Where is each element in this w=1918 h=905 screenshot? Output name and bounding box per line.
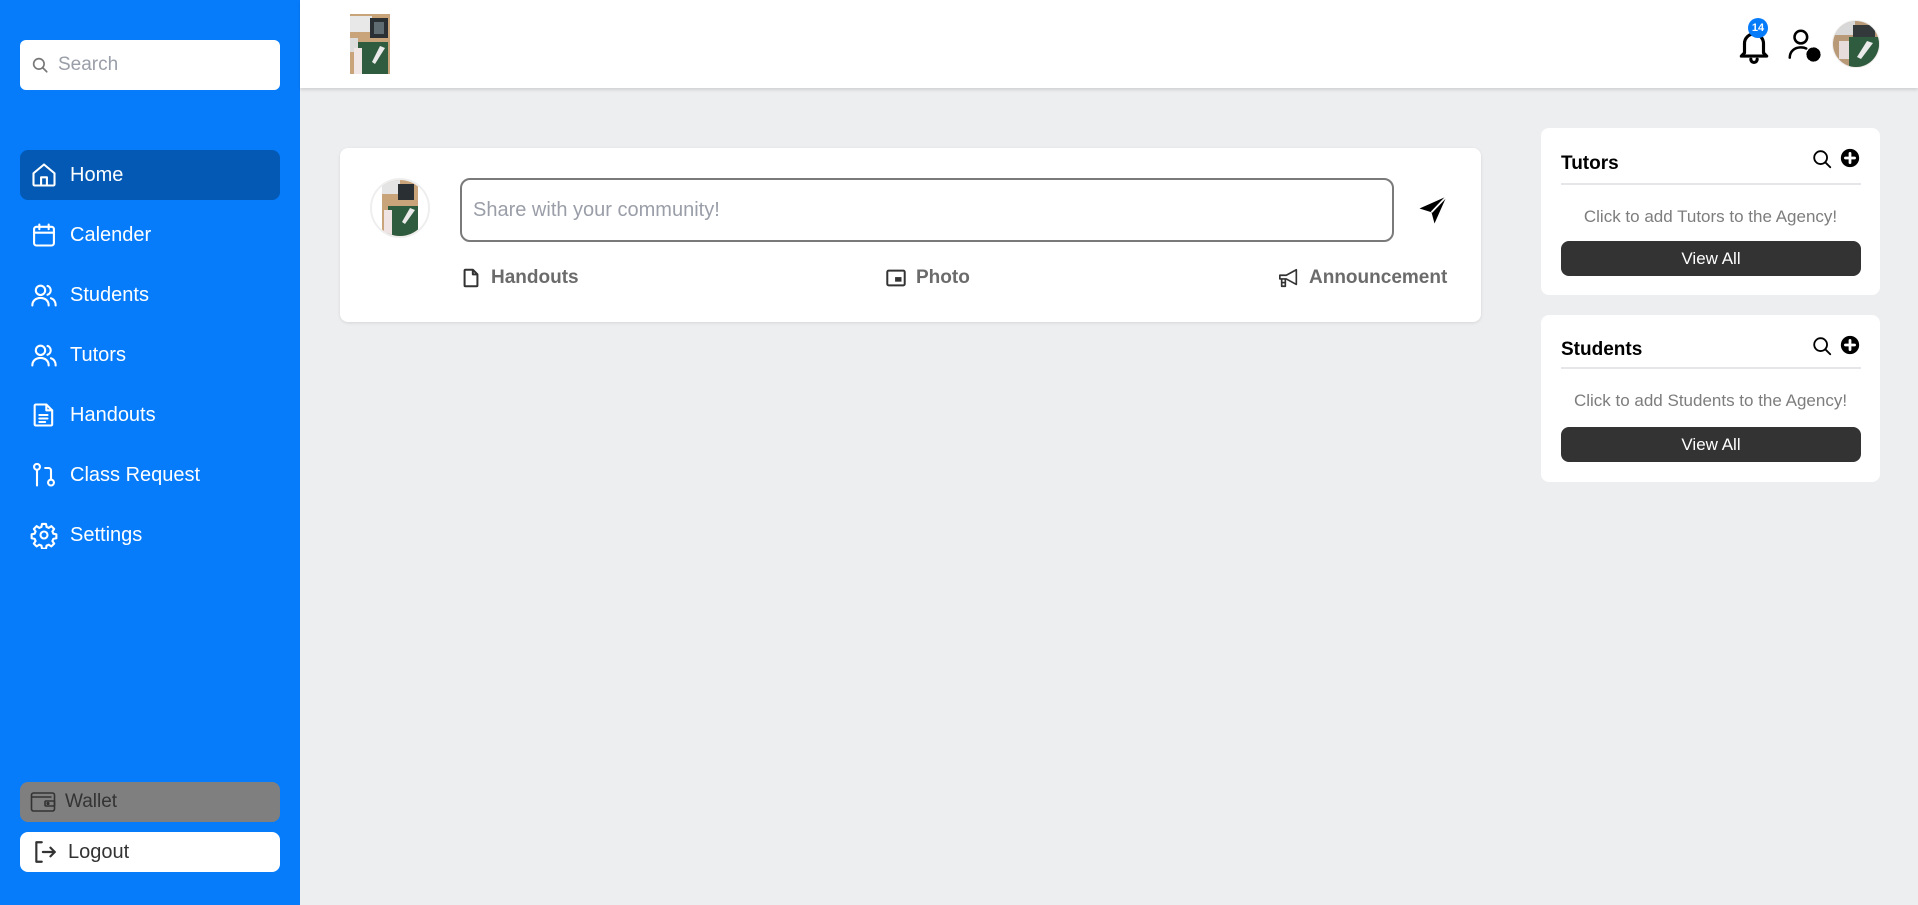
top-header: 14 — [300, 0, 1918, 88]
widget-title: Students — [1561, 339, 1643, 360]
sidebar-item-tutors[interactable]: Tutors — [20, 330, 280, 380]
sidebar: Home Calender Students Tutors Handouts C… — [0, 0, 300, 905]
gear-icon — [30, 522, 58, 549]
widget-title: Tutors — [1561, 153, 1619, 174]
wallet-button[interactable]: Wallet — [20, 782, 280, 822]
sidebar-item-label: Class Request — [70, 463, 201, 486]
megaphone-icon — [1279, 268, 1298, 288]
user-gear-icon[interactable] — [1785, 26, 1823, 64]
photo-action[interactable]: Photo — [885, 263, 970, 293]
sidebar-item-label: Calender — [70, 223, 152, 246]
sidebar-item-home[interactable]: Home — [20, 150, 280, 200]
logo[interactable] — [350, 14, 390, 74]
add-tutors-prompt[interactable]: Click to add Tutors to the Agency! — [1541, 207, 1880, 227]
logout-label: Logout — [68, 840, 130, 863]
search-input[interactable] — [58, 54, 258, 76]
tutors-widget: Tutors Click to add Tutors to the Agency… — [1541, 128, 1880, 295]
students-widget: Students Click to add Students to the Ag… — [1541, 315, 1880, 482]
sidebar-item-calender[interactable]: Calender — [20, 210, 280, 260]
add-circle-icon[interactable] — [1839, 147, 1861, 169]
view-all-students-button[interactable]: View All — [1561, 427, 1861, 462]
sidebar-item-students[interactable]: Students — [20, 270, 280, 320]
sidebar-item-label: Tutors — [70, 343, 126, 366]
sidebar-nav: Home Calender Students Tutors Handouts C… — [20, 150, 280, 570]
sidebar-search[interactable] — [20, 40, 280, 90]
sidebar-item-label: Settings — [70, 523, 143, 546]
view-all-tutors-button[interactable]: View All — [1561, 241, 1861, 276]
add-students-prompt[interactable]: Click to add Students to the Agency! — [1541, 391, 1880, 411]
photo-action-label: Photo — [916, 267, 970, 288]
picture-in-picture-icon — [886, 269, 906, 287]
users-icon — [31, 284, 57, 307]
notification-badge: 14 — [1748, 18, 1768, 38]
file-icon — [463, 268, 479, 288]
avatar — [370, 178, 430, 238]
logout-button[interactable]: Logout — [20, 832, 280, 872]
users-icon — [31, 344, 57, 367]
search-icon[interactable] — [1811, 148, 1833, 170]
search-icon[interactable] — [1811, 335, 1833, 357]
handouts-action[interactable]: Handouts — [460, 263, 579, 293]
sidebar-item-label: Home — [70, 163, 124, 186]
wallet-label: Wallet — [65, 791, 118, 812]
avatar[interactable] — [1832, 20, 1880, 68]
sidebar-item-label: Students — [70, 283, 149, 306]
post-input[interactable] — [460, 178, 1394, 242]
wallet-icon — [30, 792, 56, 812]
document-icon — [33, 403, 54, 427]
add-circle-icon[interactable] — [1839, 334, 1861, 356]
calendar-icon — [33, 223, 55, 247]
divider — [1561, 183, 1861, 185]
handouts-action-label: Handouts — [491, 267, 579, 288]
sidebar-item-settings[interactable]: Settings — [20, 510, 280, 560]
announcement-action[interactable]: Announcement — [1278, 263, 1447, 293]
logout-icon — [35, 841, 56, 863]
sidebar-item-class-request[interactable]: Class Request — [20, 450, 280, 500]
git-pull-request-icon — [33, 462, 55, 487]
send-icon[interactable] — [1415, 192, 1451, 228]
home-icon — [32, 163, 56, 187]
search-icon — [32, 57, 48, 73]
announcement-action-label: Announcement — [1309, 267, 1448, 288]
sidebar-item-label: Handouts — [70, 403, 156, 426]
sidebar-item-handouts[interactable]: Handouts — [20, 390, 280, 440]
divider — [1561, 367, 1861, 369]
post-composer: Handouts Photo Announcement — [340, 148, 1481, 322]
